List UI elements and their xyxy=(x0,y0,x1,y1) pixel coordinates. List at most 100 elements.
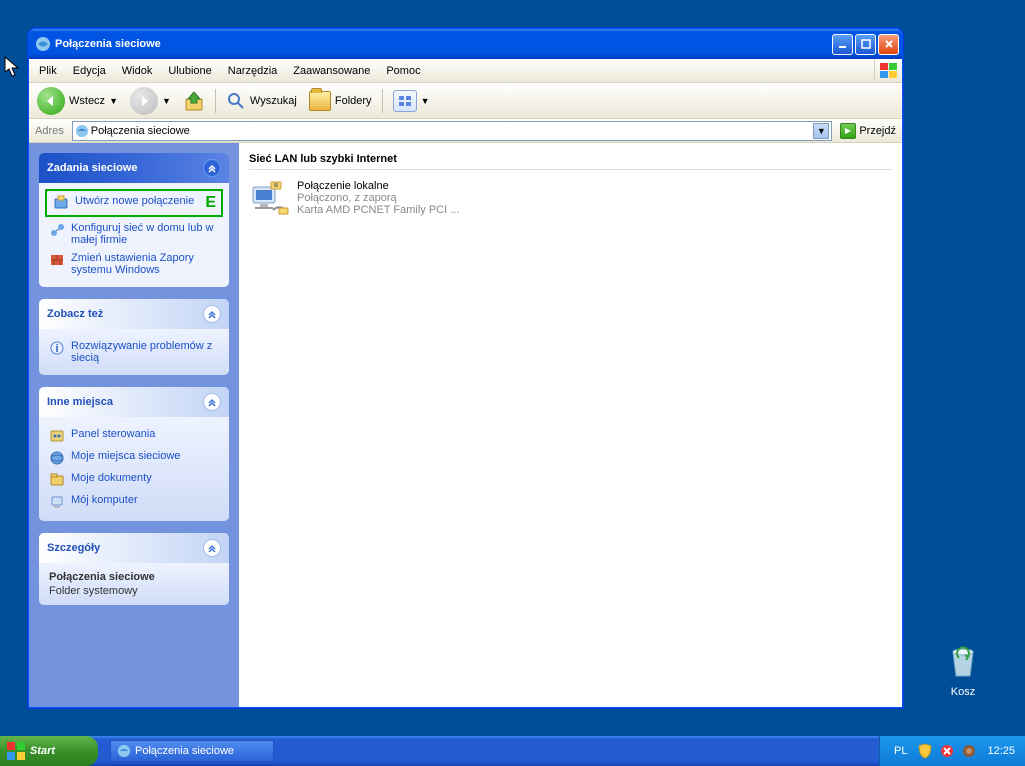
network-connections-icon xyxy=(117,744,131,758)
titlebar[interactable]: Połączenia sieciowe xyxy=(29,29,902,59)
security-shield-icon[interactable] xyxy=(917,743,933,759)
folders-button[interactable]: Foldery xyxy=(305,89,376,113)
clock[interactable]: 12:25 xyxy=(983,745,1015,757)
connection-adapter: Karta AMD PCNET Family PCI ... xyxy=(297,204,459,216)
connection-status: Połączono, z zaporą xyxy=(297,192,459,204)
recycle-bin-label: Kosz xyxy=(933,686,993,698)
panel-other-places: Inne miejsca Panel sterowania Moje miejs… xyxy=(39,387,229,521)
panel-see-also: Zobacz też i Rozwiązywanie problemów z s… xyxy=(39,299,229,375)
highlight-letter: E xyxy=(205,194,219,212)
menu-view[interactable]: Widok xyxy=(114,59,161,82)
category-header: Sieć LAN lub szybki Internet xyxy=(249,149,892,170)
connection-local-area[interactable]: Połączenie lokalne Połączono, z zaporą K… xyxy=(249,180,892,222)
chevron-down-icon: ▼ xyxy=(421,96,430,106)
mouse-cursor xyxy=(4,56,22,78)
collapse-button[interactable] xyxy=(203,393,221,411)
go-button[interactable]: Przejdź xyxy=(836,121,900,141)
collapse-button[interactable] xyxy=(203,305,221,323)
back-arrow-icon xyxy=(37,87,65,115)
content-area: Sieć LAN lub szybki Internet xyxy=(239,143,902,707)
panel-header[interactable]: Zobacz też xyxy=(39,299,229,329)
back-button[interactable]: Wstecz ▼ xyxy=(33,85,122,117)
detail-title: Połączenia sieciowe xyxy=(49,571,219,585)
minimize-button[interactable] xyxy=(832,34,853,55)
close-button[interactable] xyxy=(878,34,899,55)
connection-name: Połączenie lokalne xyxy=(297,180,459,192)
firewall-icon xyxy=(49,252,65,268)
network-connections-icon xyxy=(75,124,89,138)
address-dropdown-button[interactable]: ▼ xyxy=(813,123,829,139)
computer-icon xyxy=(49,494,65,510)
panel-header[interactable]: Inne miejsca xyxy=(39,387,229,417)
start-button[interactable]: Start xyxy=(0,736,98,766)
panel-network-tasks: Zadania sieciowe Utwórz nowe połączenie … xyxy=(39,153,229,287)
task-network-troubleshooting[interactable]: i Rozwiązywanie problemów z siecią xyxy=(49,337,219,367)
link-label: Mój komputer xyxy=(71,494,138,506)
menu-favorites[interactable]: Ulubione xyxy=(160,59,219,82)
panel-header[interactable]: Zadania sieciowe xyxy=(39,153,229,183)
network-connections-icon xyxy=(35,36,51,52)
search-label: Wyszukaj xyxy=(250,95,297,107)
toolbar-separator xyxy=(215,89,216,113)
forward-arrow-icon xyxy=(130,87,158,115)
svg-text:i: i xyxy=(55,343,58,355)
collapse-button[interactable] xyxy=(203,159,221,177)
language-indicator[interactable]: PL xyxy=(890,745,911,757)
tasks-sidebar: Zadania sieciowe Utwórz nowe połączenie … xyxy=(29,143,239,707)
documents-icon xyxy=(49,472,65,488)
network-setup-icon xyxy=(49,222,65,238)
collapse-button[interactable] xyxy=(203,539,221,557)
menu-edit[interactable]: Edycja xyxy=(65,59,114,82)
link-label: Moje dokumenty xyxy=(71,472,152,484)
search-button[interactable]: Wyszukaj xyxy=(222,89,301,113)
up-folder-icon xyxy=(183,90,205,112)
menu-file[interactable]: Plik xyxy=(31,59,65,82)
lan-connection-icon xyxy=(249,180,291,222)
toolbar: Wstecz ▼ ▼ Wyszukaj Foldery ▼ xyxy=(29,83,902,119)
new-connection-icon xyxy=(53,195,69,211)
chevron-down-icon: ▼ xyxy=(162,96,171,106)
link-my-documents[interactable]: Moje dokumenty xyxy=(49,469,219,491)
back-label: Wstecz xyxy=(69,95,105,107)
views-button[interactable]: ▼ xyxy=(389,88,434,114)
forward-button[interactable]: ▼ xyxy=(126,85,175,117)
task-home-network-setup[interactable]: Konfiguruj sieć w domu lub w małej firmi… xyxy=(49,219,219,249)
folders-label: Foldery xyxy=(335,95,372,107)
taskbar-task-network-connections[interactable]: Połączenia sieciowe xyxy=(110,740,274,762)
address-label: Adres xyxy=(31,125,68,137)
recycle-bin[interactable]: Kosz xyxy=(933,642,993,698)
network-places-icon xyxy=(49,450,65,466)
address-value: Połączenia sieciowe xyxy=(91,125,190,137)
control-panel-icon xyxy=(49,428,65,444)
error-shield-icon[interactable] xyxy=(939,743,955,759)
task-firewall-settings[interactable]: Zmień ustawienia Zapory systemu Windows xyxy=(49,249,219,279)
up-button[interactable] xyxy=(179,88,209,114)
task-create-new-connection[interactable]: Utwórz nowe połączenie xyxy=(49,193,199,213)
volume-icon[interactable] xyxy=(961,743,977,759)
panel-title: Zadania sieciowe xyxy=(47,162,137,174)
search-icon xyxy=(226,91,246,111)
menu-tools[interactable]: Narzędzia xyxy=(220,59,286,82)
address-input[interactable]: Połączenia sieciowe ▼ xyxy=(72,121,833,141)
task-label: Rozwiązywanie problemów z siecią xyxy=(71,340,219,364)
views-icon xyxy=(393,90,417,112)
task-label: Połączenia sieciowe xyxy=(135,745,234,757)
taskbar: Start Połączenia sieciowe PL 12:25 xyxy=(0,736,1025,766)
detail-subtitle: Folder systemowy xyxy=(49,585,219,597)
panel-header[interactable]: Szczegóły xyxy=(39,533,229,563)
panel-title: Szczegóły xyxy=(47,542,100,554)
menubar: Plik Edycja Widok Ulubione Narzędzia Zaa… xyxy=(29,59,902,83)
menu-help[interactable]: Pomoc xyxy=(378,59,428,82)
maximize-button[interactable] xyxy=(855,34,876,55)
windows-logo-icon xyxy=(6,741,26,761)
link-my-computer[interactable]: Mój komputer xyxy=(49,491,219,513)
link-my-network-places[interactable]: Moje miejsca sieciowe xyxy=(49,447,219,469)
start-label: Start xyxy=(30,745,55,757)
windows-flag-icon[interactable] xyxy=(874,59,902,82)
folders-icon xyxy=(309,91,331,111)
menu-advanced[interactable]: Zaawansowane xyxy=(285,59,378,82)
link-control-panel[interactable]: Panel sterowania xyxy=(49,425,219,447)
highlighted-task: Utwórz nowe połączenie E xyxy=(45,189,223,217)
link-label: Panel sterowania xyxy=(71,428,155,440)
info-icon: i xyxy=(49,340,65,356)
